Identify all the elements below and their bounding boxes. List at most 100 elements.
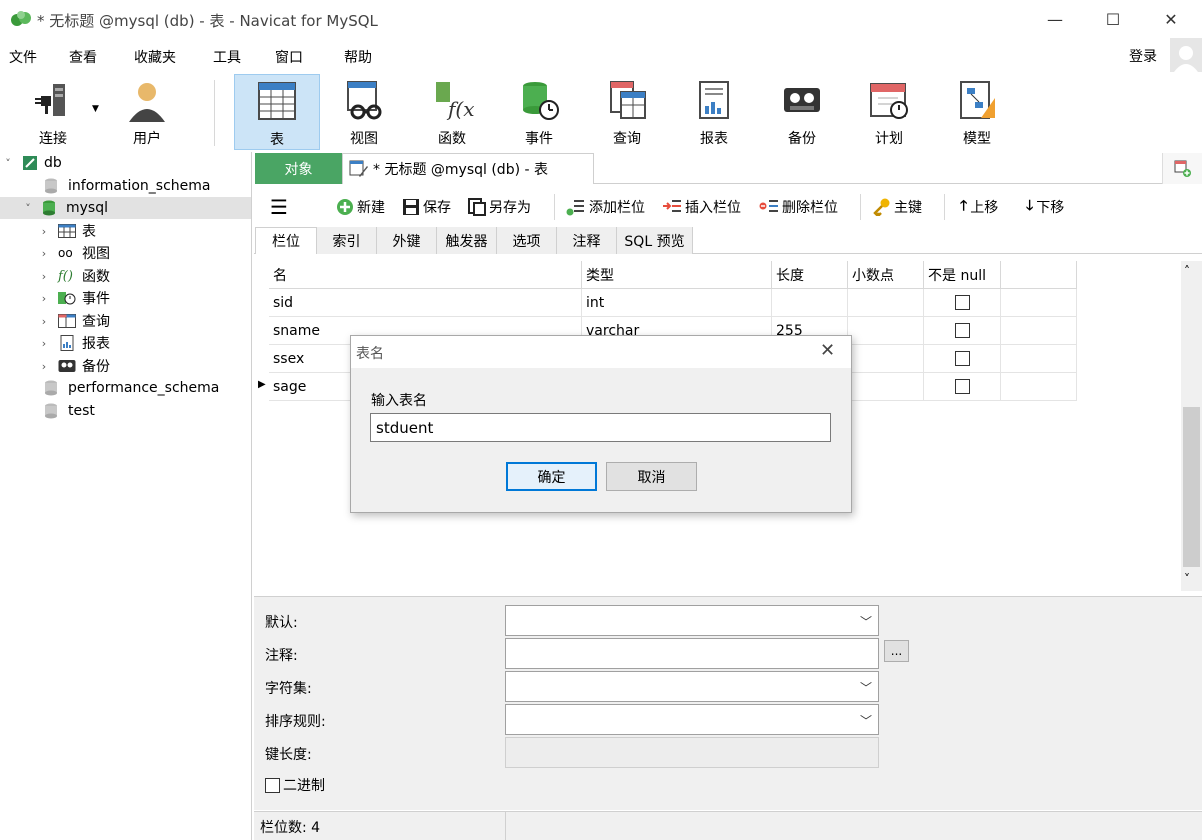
binary-checkbox-row[interactable]: 二进制 — [265, 775, 325, 795]
move-down-button[interactable]: 🡓 下移 — [1026, 196, 1064, 218]
column-header-decimals[interactable]: 小数点 — [848, 261, 924, 289]
field-not-null-cell[interactable] — [924, 373, 1001, 401]
save-button[interactable]: 保存 — [402, 196, 451, 218]
tree-connection-db[interactable]: ˅ db — [0, 152, 251, 174]
insert-field-button[interactable]: 插入栏位 — [662, 196, 741, 218]
toolbar-backup[interactable]: 备份 — [759, 74, 845, 150]
field-not-null-cell[interactable] — [924, 345, 1001, 373]
tab-triggers[interactable]: 触发器 — [437, 227, 497, 254]
tab-foreign-keys[interactable]: 外键 — [377, 227, 437, 254]
move-up-button[interactable]: 🡑 上移 — [960, 196, 998, 218]
scroll-up-icon[interactable]: ˄ — [1184, 264, 1190, 278]
field-not-null-cell[interactable] — [924, 289, 1001, 317]
tree-database-performance-schema[interactable]: performance_schema — [0, 377, 251, 399]
tab-objects[interactable]: 对象 — [255, 153, 342, 184]
not-null-checkbox[interactable] — [954, 379, 970, 394]
connection-dropdown-icon[interactable]: ▼ — [92, 104, 99, 114]
toolbar-query[interactable]: 查询 — [584, 74, 670, 150]
tab-sql-preview[interactable]: SQL 预览 — [617, 227, 693, 254]
field-decimals-cell[interactable] — [848, 317, 924, 345]
cancel-button[interactable]: 取消 — [606, 462, 697, 491]
scroll-down-icon[interactable]: ˅ — [1184, 572, 1190, 586]
query-icon — [58, 314, 76, 328]
field-length-cell[interactable] — [772, 289, 848, 317]
ok-button[interactable]: 确定 — [506, 462, 597, 491]
tab-fields[interactable]: 栏位 — [255, 227, 317, 254]
field-type-cell[interactable]: int — [582, 289, 772, 317]
toolbar-report[interactable]: 报表 — [671, 74, 757, 150]
toolbar-schedule[interactable]: 计划 — [846, 74, 932, 150]
tree-node-events[interactable]: › 事件 — [0, 287, 251, 309]
hamburger-menu-icon[interactable]: ☰ — [270, 195, 288, 219]
add-field-button[interactable]: 添加栏位 — [566, 196, 645, 218]
tree-node-tables[interactable]: › 表 — [0, 220, 251, 242]
close-window-button[interactable]: ✕ — [1142, 0, 1200, 38]
tab-comments[interactable]: 注释 — [557, 227, 617, 254]
menu-window[interactable]: 窗口 — [275, 47, 303, 67]
column-header-type[interactable]: 类型 — [582, 261, 772, 289]
avatar[interactable] — [1170, 38, 1202, 72]
minimize-button[interactable]: — — [1026, 0, 1084, 38]
field-not-null-cell[interactable] — [924, 317, 1001, 345]
maximize-button[interactable]: ☐ — [1084, 0, 1142, 38]
toolbar-event[interactable]: 事件 — [496, 74, 582, 150]
menu-help[interactable]: 帮助 — [344, 47, 372, 67]
menu-view[interactable]: 查看 — [69, 47, 97, 67]
toolbar-table[interactable]: 表 — [234, 74, 320, 150]
toolbar-connection[interactable]: 连接 — [10, 74, 96, 150]
new-button[interactable]: 新建 — [336, 196, 385, 218]
column-header-name[interactable]: 名 — [269, 261, 582, 289]
chevron-right-icon[interactable]: › — [38, 247, 50, 260]
grid-scrollbar-thumb[interactable] — [1183, 407, 1200, 567]
chevron-right-icon[interactable]: › — [38, 337, 50, 350]
toolbar-user[interactable]: 用户 — [104, 74, 190, 150]
field-name-cell[interactable]: sid — [269, 289, 582, 317]
toolbar-function[interactable]: f(x) 函数 — [409, 74, 495, 150]
not-null-checkbox[interactable] — [954, 323, 970, 338]
new-tab-button[interactable] — [1162, 153, 1202, 184]
toolbar-model[interactable]: 模型 — [934, 74, 1020, 150]
comment-input[interactable] — [505, 638, 879, 669]
toolbar-label: 表 — [270, 132, 284, 148]
tree-node-views[interactable]: › oo 视图 — [0, 242, 251, 264]
menu-tools[interactable]: 工具 — [213, 47, 241, 67]
not-null-checkbox[interactable] — [954, 295, 970, 310]
chevron-right-icon[interactable]: › — [38, 292, 50, 305]
menu-file[interactable]: 文件 — [9, 47, 37, 67]
default-select[interactable]: ﹀ — [505, 605, 879, 636]
chevron-right-icon[interactable]: › — [38, 270, 50, 283]
delete-field-button[interactable]: 删除栏位 — [759, 196, 838, 218]
column-header-length[interactable]: 长度 — [772, 261, 848, 289]
tab-table-designer[interactable]: * 无标题 @mysql (db) - 表 — [342, 153, 594, 184]
dialog-close-icon[interactable]: ✕ — [820, 340, 835, 361]
binary-checkbox[interactable] — [265, 777, 280, 793]
field-decimals-cell[interactable] — [848, 345, 924, 373]
primary-key-button[interactable]: 主键 — [873, 196, 922, 218]
toolbar-view[interactable]: 视图 — [321, 74, 407, 150]
chevron-right-icon[interactable]: › — [38, 315, 50, 328]
charset-select[interactable]: ﹀ — [505, 671, 879, 702]
chevron-right-icon[interactable]: › — [38, 360, 50, 373]
tab-options[interactable]: 选项 — [497, 227, 557, 254]
tree-database-test[interactable]: test — [0, 400, 251, 422]
chevron-down-icon[interactable]: ˅ — [22, 202, 34, 215]
field-decimals-cell[interactable] — [848, 289, 924, 317]
tree-node-reports[interactable]: › 报表 — [0, 332, 251, 354]
tab-indexes[interactable]: 索引 — [317, 227, 377, 254]
tree-database-information-schema[interactable]: information_schema — [0, 175, 251, 197]
tree-database-mysql[interactable]: ˅ mysql — [0, 197, 251, 219]
chevron-down-icon[interactable]: ˅ — [2, 157, 14, 170]
login-link[interactable]: 登录 — [1129, 46, 1157, 66]
tree-node-functions[interactable]: › f() 函数 — [0, 265, 251, 287]
save-as-button[interactable]: 另存为 — [468, 196, 531, 218]
collation-select[interactable]: ﹀ — [505, 704, 879, 735]
field-decimals-cell[interactable] — [848, 373, 924, 401]
column-header-not-null[interactable]: 不是 null — [924, 261, 1001, 289]
chevron-right-icon[interactable]: › — [38, 225, 50, 238]
tree-node-queries[interactable]: › 查询 — [0, 310, 251, 332]
tree-node-backups[interactable]: › 备份 — [0, 355, 251, 377]
not-null-checkbox[interactable] — [954, 351, 970, 366]
menu-favorites[interactable]: 收藏夹 — [134, 47, 176, 67]
comment-editor-button[interactable]: ... — [884, 640, 909, 662]
table-name-input[interactable]: stduent — [370, 413, 831, 442]
